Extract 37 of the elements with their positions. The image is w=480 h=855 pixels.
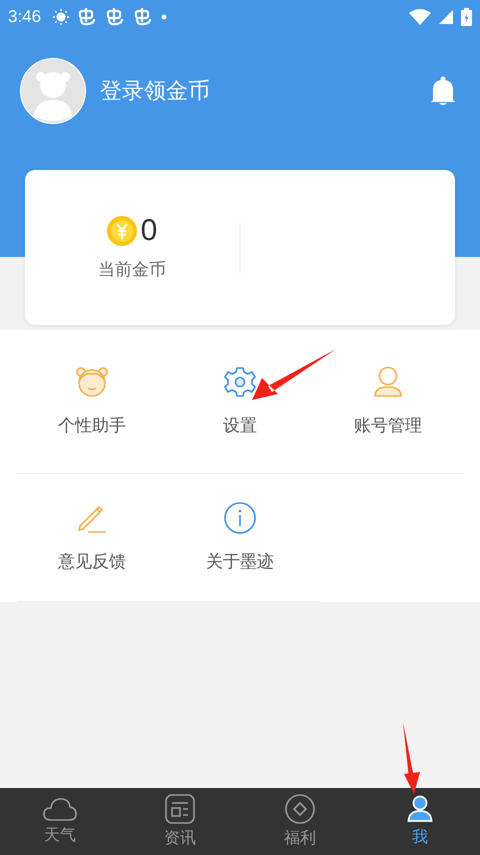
signal-icon <box>439 10 453 24</box>
coin-amount: 0 <box>140 214 158 248</box>
menu-item[interactable]: 意见反馈 <box>18 502 166 573</box>
bell-icon[interactable] <box>430 76 456 106</box>
notification-icon <box>77 8 98 26</box>
nav-tab[interactable]: 天气 <box>0 788 120 855</box>
notification-icon <box>133 8 154 26</box>
nav-tab[interactable]: 资讯 <box>120 788 240 855</box>
battery-icon <box>461 8 472 26</box>
menu-item[interactable]: 账号管理 <box>314 366 462 437</box>
nav-tab[interactable]: 我 <box>360 788 480 855</box>
nav-tab[interactable]: 福利 <box>240 788 360 855</box>
sun-icon <box>53 9 70 25</box>
cloud-icon <box>43 797 77 821</box>
notification-icon <box>105 8 126 26</box>
person-icon <box>407 795 433 823</box>
coin-label: 当前金币 <box>98 259 166 281</box>
menu-item[interactable]: 个性助手 <box>18 366 166 437</box>
avatar[interactable] <box>20 58 86 124</box>
person-icon <box>373 366 403 398</box>
status-time: 3:46 <box>8 7 42 27</box>
annotation-arrow <box>402 722 422 794</box>
menu-label: 关于墨迹 <box>206 551 274 573</box>
menu-label: 设置 <box>223 415 257 437</box>
info-icon <box>224 502 256 534</box>
diamond-circle-icon <box>285 794 315 824</box>
menu-item[interactable]: 设置 <box>166 366 314 437</box>
coin-icon <box>106 216 137 246</box>
settings-icon <box>224 366 256 398</box>
girl-face-icon <box>76 366 108 398</box>
newspaper-icon <box>165 794 195 824</box>
menu-label: 账号管理 <box>354 415 422 437</box>
menu-item[interactable]: 关于墨迹 <box>166 502 314 573</box>
wifi-icon <box>409 9 431 25</box>
dot-icon <box>161 14 168 20</box>
menu-label: 个性助手 <box>58 415 126 437</box>
menu-label: 意见反馈 <box>58 551 126 573</box>
